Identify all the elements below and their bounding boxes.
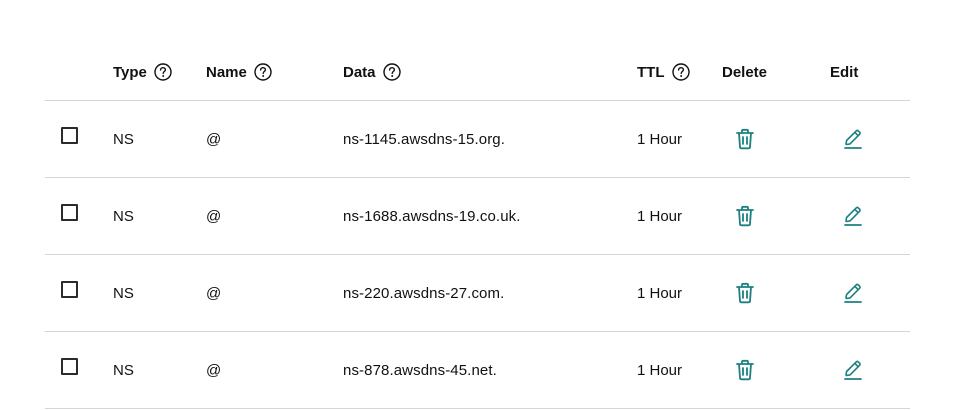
- trash-icon[interactable]: [734, 204, 756, 228]
- table-row: NS @ ns-220.awsdns-27.com. 1 Hour: [45, 255, 910, 332]
- trash-icon[interactable]: [734, 358, 756, 382]
- record-name: @: [206, 284, 222, 302]
- pencil-icon[interactable]: [842, 358, 864, 382]
- edit-cell: [842, 178, 864, 254]
- header-type-label: Type: [113, 63, 147, 81]
- record-data: ns-1688.awsdns-19.co.uk.: [343, 207, 521, 225]
- type-help-icon[interactable]: [154, 63, 172, 81]
- record-type: NS: [113, 130, 134, 148]
- record-name: @: [206, 207, 222, 225]
- delete-cell: [734, 255, 756, 331]
- row-select-checkbox[interactable]: [61, 357, 78, 375]
- edit-cell: [842, 101, 864, 177]
- row-select-cell: [61, 174, 78, 250]
- row-select-cell: [61, 328, 78, 404]
- row-select-checkbox[interactable]: [61, 280, 78, 298]
- record-data: ns-220.awsdns-27.com.: [343, 284, 505, 302]
- table-header: Type Name Data TTL Delete Edit: [45, 44, 910, 101]
- delete-cell: [734, 178, 756, 254]
- record-data: ns-878.awsdns-45.net.: [343, 361, 497, 379]
- record-name: @: [206, 361, 222, 379]
- record-ttl: 1 Hour: [637, 284, 683, 302]
- table-row: NS @ ns-1688.awsdns-19.co.uk. 1 Hour: [45, 178, 910, 255]
- record-name: @: [206, 130, 222, 148]
- delete-cell: [734, 332, 756, 408]
- record-ttl: 1 Hour: [637, 361, 683, 379]
- header-edit: Edit: [830, 44, 858, 100]
- header-ttl: TTL: [637, 44, 690, 100]
- header-delete: Delete: [722, 44, 767, 100]
- header-ttl-label: TTL: [637, 63, 665, 81]
- record-type: NS: [113, 207, 134, 225]
- table-row: NS @ ns-878.awsdns-45.net. 1 Hour: [45, 332, 910, 409]
- pencil-icon[interactable]: [842, 204, 864, 228]
- row-select-checkbox[interactable]: [61, 203, 78, 221]
- delete-cell: [734, 101, 756, 177]
- header-name: Name: [206, 44, 272, 100]
- dns-records-table: Type Name Data TTL Delete Edit NS @ ns-1…: [45, 44, 910, 409]
- header-delete-label: Delete: [722, 63, 768, 81]
- table-row: NS @ ns-1145.awsdns-15.org. 1 Hour: [45, 101, 910, 178]
- header-data: Data: [343, 44, 401, 100]
- record-ttl: 1 Hour: [637, 130, 683, 148]
- header-name-label: Name: [206, 63, 247, 81]
- record-data: ns-1145.awsdns-15.org.: [343, 130, 506, 148]
- pencil-icon[interactable]: [842, 127, 864, 151]
- edit-cell: [842, 332, 864, 408]
- pencil-icon[interactable]: [842, 281, 864, 305]
- row-select-checkbox[interactable]: [61, 126, 78, 144]
- header-data-label: Data: [343, 63, 376, 81]
- header-type: Type: [113, 44, 172, 100]
- record-type: NS: [113, 361, 134, 379]
- header-edit-label: Edit: [830, 63, 859, 81]
- record-ttl: 1 Hour: [637, 207, 683, 225]
- data-help-icon[interactable]: [382, 63, 401, 81]
- row-select-cell: [61, 251, 78, 327]
- ttl-help-icon[interactable]: [671, 63, 690, 81]
- name-help-icon[interactable]: [254, 63, 272, 81]
- edit-cell: [842, 255, 864, 331]
- row-select-cell: [61, 97, 78, 173]
- trash-icon[interactable]: [734, 127, 756, 151]
- record-type: NS: [113, 284, 134, 302]
- trash-icon[interactable]: [734, 281, 756, 305]
